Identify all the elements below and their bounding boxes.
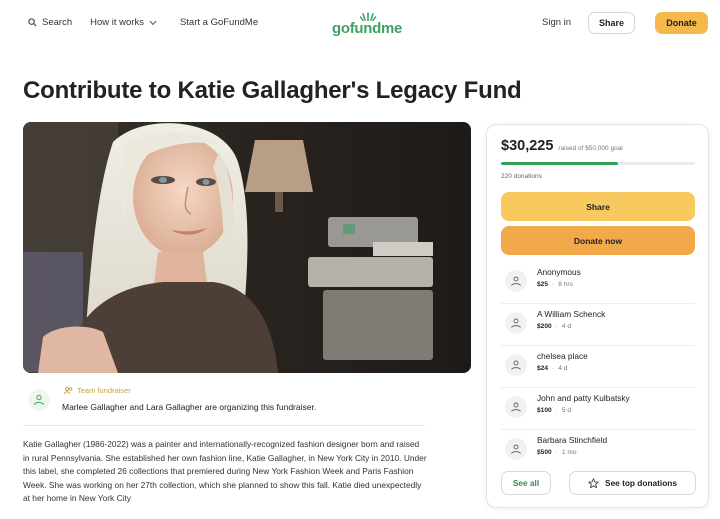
donation-meta: $500 · 1 mo bbox=[537, 449, 577, 456]
hero-photo-illustration bbox=[23, 122, 471, 373]
donor-name: Anonymous bbox=[537, 267, 581, 277]
donation-time: 1 mo bbox=[561, 449, 577, 456]
donation-amount: $25 bbox=[537, 281, 549, 288]
donation-hand-icon bbox=[511, 360, 521, 370]
donation-time: 4 d bbox=[561, 323, 572, 330]
donation-item: Barbara Stinchfield $500 · 1 mo bbox=[501, 430, 695, 472]
see-top-donations-label: See top donations bbox=[605, 478, 677, 488]
donation-item: John and patty Kulbatsky $100 · 5 d bbox=[501, 388, 695, 430]
chevron-down-icon bbox=[149, 20, 157, 25]
team-icon bbox=[64, 387, 73, 394]
header-share-button[interactable]: Share bbox=[588, 12, 635, 34]
donation-hand-icon bbox=[511, 276, 521, 286]
donation-amount: $24 bbox=[537, 365, 549, 372]
logo-text: gofundme bbox=[332, 20, 403, 37]
donor-name: A William Schenck bbox=[537, 309, 606, 319]
amount-raised: $30,225 raised of $50,000 goal bbox=[501, 138, 623, 154]
story-paragraph: Katie Gallagher (1986-2022) was a painte… bbox=[23, 439, 427, 504]
donation-meta: $24 · 4 d bbox=[537, 365, 568, 372]
header-nav-left: Search How it works Start a GoFundMe bbox=[28, 17, 276, 28]
donation-item: Anonymous $25 · 8 hrs bbox=[501, 262, 695, 304]
site-header: Search How it works Start a GoFundMe gof… bbox=[0, 0, 720, 48]
donation-amount: $200 bbox=[537, 323, 552, 330]
star-icon bbox=[588, 477, 599, 488]
sign-in-link[interactable]: Sign in bbox=[542, 17, 571, 28]
donation-card: $30,225 raised of $50,000 goal 220 donat… bbox=[486, 124, 709, 508]
donor-icon bbox=[505, 270, 527, 292]
donation-amount: $100 bbox=[537, 407, 552, 414]
how-it-works-menu[interactable]: How it works bbox=[90, 17, 162, 28]
header-donate-button[interactable]: Donate bbox=[655, 12, 708, 34]
progress-bar bbox=[501, 162, 695, 165]
donation-hand-icon bbox=[511, 402, 521, 412]
gofundme-logo[interactable]: gofundme bbox=[332, 12, 402, 38]
donor-name: John and patty Kulbatsky bbox=[537, 393, 630, 403]
team-fundraiser-badge: Team fundraiser bbox=[64, 386, 131, 395]
start-gofundme-link[interactable]: Start a GoFundMe bbox=[180, 17, 258, 28]
team-people-icon bbox=[34, 394, 44, 406]
donation-meta: $100 · 5 d bbox=[537, 407, 572, 414]
donor-icon bbox=[505, 438, 527, 460]
organizer-avatar bbox=[28, 389, 50, 411]
how-it-works-label: How it works bbox=[90, 17, 144, 28]
goal-text: raised of $50,000 goal bbox=[558, 145, 623, 152]
raised-amount: $30,225 bbox=[501, 138, 554, 154]
donation-time: 8 hrs bbox=[558, 281, 573, 288]
search-label: Search bbox=[42, 17, 73, 28]
start-gofundme-label: Start a GoFundMe bbox=[179, 17, 259, 28]
donation-amount: $500 bbox=[537, 449, 552, 456]
donor-name: chelsea place bbox=[537, 351, 588, 361]
donor-icon bbox=[505, 312, 527, 334]
page-title: Contribute to Katie Gallagher's Legacy F… bbox=[23, 77, 522, 104]
organizer-text: Marlee Gallagher and Lara Gallagher are … bbox=[62, 402, 317, 412]
donation-item: A William Schenck $200 · 4 d bbox=[501, 304, 695, 346]
donations-count: 220 donations bbox=[501, 173, 542, 180]
divider bbox=[23, 425, 425, 426]
story-text: Katie Gallagher (1986-2022) was a painte… bbox=[23, 438, 427, 516]
donation-hand-icon bbox=[511, 318, 521, 328]
donate-now-button[interactable]: Donate now bbox=[501, 226, 695, 255]
donation-time: 4 d bbox=[558, 365, 568, 372]
progress-fill bbox=[501, 162, 619, 165]
search-icon bbox=[28, 18, 37, 27]
share-button[interactable]: Share bbox=[501, 192, 695, 221]
search-link[interactable]: Search bbox=[28, 17, 72, 28]
donation-meta: $25 · 8 hrs bbox=[537, 281, 573, 288]
fundraiser-hero-photo[interactable] bbox=[23, 122, 471, 373]
donor-icon bbox=[505, 396, 527, 418]
team-fundraiser-label: Team fundraiser bbox=[77, 386, 131, 395]
donation-hand-icon bbox=[511, 444, 521, 454]
donor-icon bbox=[505, 354, 527, 376]
see-top-donations-button[interactable]: See top donations bbox=[569, 471, 696, 495]
see-all-button[interactable]: See all bbox=[501, 471, 551, 495]
donation-meta: $200 · 4 d bbox=[537, 323, 572, 330]
donation-time: 5 d bbox=[561, 407, 572, 414]
donor-name: Barbara Stinchfield bbox=[537, 435, 608, 445]
donation-item: chelsea place $24 · 4 d bbox=[501, 346, 695, 388]
